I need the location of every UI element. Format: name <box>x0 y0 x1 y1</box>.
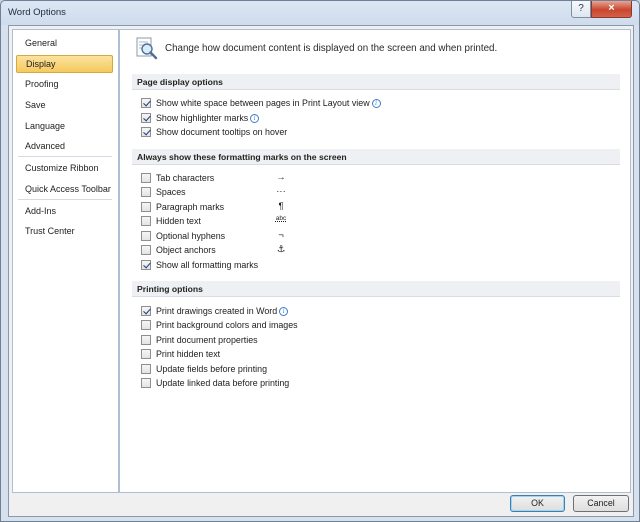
option-label: Tab characters <box>156 173 215 183</box>
display-options-panel: Change how document content is displayed… <box>119 29 631 493</box>
checkbox[interactable] <box>141 187 151 197</box>
info-icon: i <box>371 99 381 108</box>
sidebar-item-trust-center[interactable]: Trust Center <box>16 222 113 240</box>
option-label: Optional hyphens <box>156 231 226 241</box>
close-button[interactable]: × <box>591 1 632 18</box>
option-label: Show white space between pages in Print … <box>156 98 370 108</box>
dialog-body: General Display Proofing Save Language A… <box>8 25 634 517</box>
tab-mark-icon: → <box>276 172 286 183</box>
section-page-display-options: Page display options <box>132 74 620 90</box>
option-label: Update fields before printing <box>156 364 268 374</box>
sidebar-item-label: Advanced <box>25 141 66 151</box>
checkbox[interactable] <box>141 378 151 388</box>
pilcrow-icon: ¶ <box>278 201 284 212</box>
help-button[interactable]: ? <box>571 1 591 18</box>
sidebar-item-general[interactable]: General <box>16 34 113 52</box>
checkbox[interactable] <box>141 335 151 345</box>
sidebar-divider <box>18 156 112 157</box>
checkbox[interactable] <box>141 245 151 255</box>
sidebar-item-label: Save <box>25 100 46 110</box>
checkbox[interactable] <box>141 173 151 183</box>
option-label: Print document properties <box>156 335 258 345</box>
ok-button[interactable]: OK <box>510 495 565 512</box>
option-label: Show highlighter marks <box>156 113 249 123</box>
sidebar-item-customize-ribbon[interactable]: Customize Ribbon <box>16 159 113 177</box>
checkbox[interactable] <box>141 113 151 123</box>
sidebar-item-label: General <box>25 38 58 48</box>
checkbox[interactable] <box>141 202 151 212</box>
sidebar-item-label: Language <box>25 121 66 131</box>
cancel-button[interactable]: Cancel <box>573 495 629 512</box>
optional-hyphen-icon: ¬ <box>278 230 284 241</box>
sidebar-item-language[interactable]: Language <box>16 117 113 135</box>
sidebar-item-label: Trust Center <box>25 226 75 236</box>
option-label: Object anchors <box>156 245 216 255</box>
info-icon: i <box>279 307 289 316</box>
checkbox[interactable] <box>141 364 151 374</box>
checkbox[interactable] <box>141 349 151 359</box>
option-label: Hidden text <box>156 216 201 226</box>
info-icon: i <box>250 114 260 123</box>
option-label: Show document tooltips on hover <box>156 127 288 137</box>
sidebar-item-add-ins[interactable]: Add-Ins <box>16 202 113 220</box>
checkbox[interactable] <box>141 231 151 241</box>
page-description: Change how document content is displayed… <box>165 43 498 54</box>
checkbox[interactable] <box>141 127 151 137</box>
sidebar-item-proofing[interactable]: Proofing <box>16 75 113 93</box>
option-label: Spaces <box>156 187 186 197</box>
option-label: Print background colors and images <box>156 320 298 330</box>
sidebar-item-label: Display <box>26 59 56 69</box>
section-printing-options: Printing options <box>132 281 620 297</box>
option-label: Show all formatting marks <box>156 260 259 270</box>
title-bar[interactable]: Word Options ? × <box>1 1 639 25</box>
checkbox[interactable] <box>141 306 151 316</box>
option-label: Print drawings created in Word <box>156 306 278 316</box>
sidebar-item-label: Customize Ribbon <box>25 163 99 173</box>
sidebar-item-advanced[interactable]: Advanced <box>16 137 113 155</box>
sidebar-item-label: Proofing <box>25 79 59 89</box>
anchor-icon: ⚓ <box>276 244 286 255</box>
option-label: Paragraph marks <box>156 202 225 212</box>
sidebar-divider <box>18 199 112 200</box>
hidden-text-mark-icon: abc <box>275 215 287 222</box>
checkbox[interactable] <box>141 98 151 108</box>
sidebar-item-label: Quick Access Toolbar <box>25 184 111 194</box>
magnifier-document-icon <box>136 37 158 60</box>
sidebar-item-quick-access-toolbar[interactable]: Quick Access Toolbar <box>16 180 113 198</box>
option-label: Update linked data before printing <box>156 378 290 388</box>
checkbox[interactable] <box>141 216 151 226</box>
checkbox[interactable] <box>141 320 151 330</box>
sidebar: General Display Proofing Save Language A… <box>12 29 119 493</box>
sidebar-item-label: Add-Ins <box>25 206 57 216</box>
checkbox[interactable] <box>141 260 151 270</box>
sidebar-item-save[interactable]: Save <box>16 96 113 114</box>
space-mark-icon: ··· <box>276 186 286 197</box>
option-label: Print hidden text <box>156 349 221 359</box>
word-options-dialog: Word Options ? × General Display Proofin… <box>0 0 640 522</box>
window-title: Word Options <box>8 7 66 18</box>
section-formatting-marks: Always show these formatting marks on th… <box>132 149 620 165</box>
sidebar-item-display[interactable]: Display <box>16 55 113 73</box>
